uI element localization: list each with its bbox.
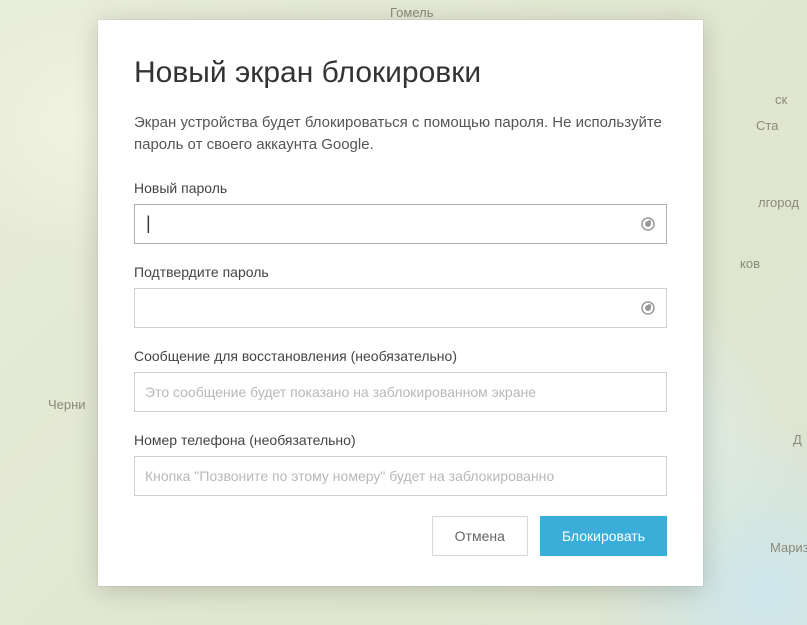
- lock-screen-dialog: Новый экран блокировки Экран устройства …: [98, 20, 703, 586]
- cancel-button[interactable]: Отмена: [432, 516, 528, 556]
- map-city-label: Черни: [48, 397, 86, 412]
- recovery-message-input[interactable]: [134, 372, 667, 412]
- dialog-title: Новый экран блокировки: [134, 56, 667, 90]
- map-city-label: лгород: [758, 195, 799, 210]
- dialog-description: Экран устройства будет блокироваться с п…: [134, 112, 667, 156]
- confirm-password-input[interactable]: [134, 288, 667, 328]
- recovery-message-label: Сообщение для восстановления (необязател…: [134, 348, 667, 364]
- dialog-actions: Отмена Блокировать: [134, 516, 667, 556]
- map-city-label: Мариз: [770, 540, 807, 555]
- lock-button[interactable]: Блокировать: [540, 516, 667, 556]
- map-city-label: ск: [775, 92, 787, 107]
- recovery-message-field-group: Сообщение для восстановления (необязател…: [134, 348, 667, 412]
- phone-label: Номер телефона (необязательно): [134, 432, 667, 448]
- password-label: Новый пароль: [134, 180, 667, 196]
- confirm-password-label: Подтвердите пароль: [134, 264, 667, 280]
- phone-input[interactable]: [134, 456, 667, 496]
- map-city-label: Д: [793, 432, 802, 447]
- password-input[interactable]: [134, 204, 667, 244]
- confirm-password-field-group: Подтвердите пароль: [134, 264, 667, 328]
- phone-field-group: Номер телефона (необязательно): [134, 432, 667, 496]
- map-city-label: Гомель: [390, 5, 434, 20]
- password-field-group: Новый пароль |: [134, 180, 667, 244]
- map-city-label: Ста: [756, 118, 778, 133]
- map-city-label: ков: [740, 256, 760, 271]
